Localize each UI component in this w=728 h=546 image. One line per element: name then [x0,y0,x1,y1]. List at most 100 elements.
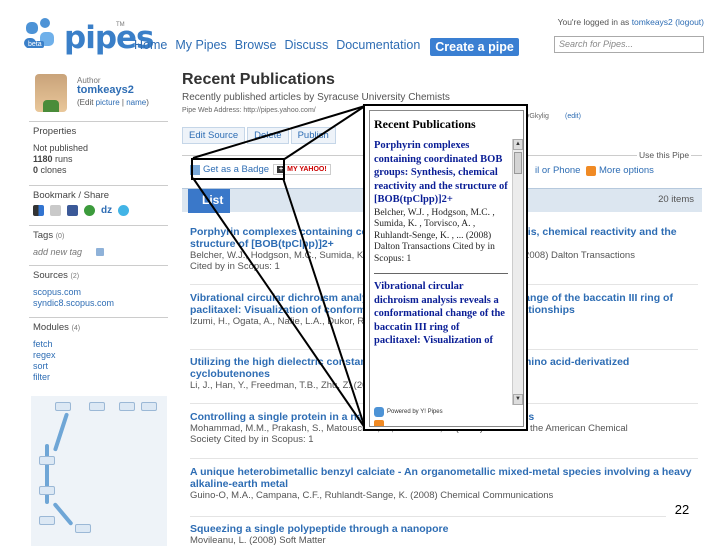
tags-section: Tags (0) add new tag [29,226,168,266]
thumb-module-node [55,402,71,411]
page-description: Recently published articles by Syracuse … [182,92,450,103]
item-meta: Movileanu, L. (2008) Soft Matter [190,535,326,546]
twitter-icon[interactable] [118,205,130,216]
pipes-small-icon [374,407,384,417]
trademark-label: TM [116,22,125,28]
facebook-icon[interactable] [67,205,78,216]
item-title-link[interactable]: Squeezing a single polypeptide through a… [190,523,698,535]
runs-value: 1180 [33,154,53,164]
badge-item-list: Porphyrin complexes containing coordinat… [370,139,512,405]
powered-by[interactable]: Powered by Y! Pipes [374,407,443,417]
properties-title: Properties [33,126,77,137]
source-link[interactable]: scopus.com [33,287,164,298]
rss-icon[interactable] [374,420,384,426]
thumb-module-node [39,486,55,495]
delicious-icon[interactable] [33,205,44,216]
author-edit-prefix: (Edit [77,98,96,107]
badge-preview-inner: Recent Publications Porphyrin complexes … [369,110,524,427]
web-address-label[interactable]: Pipe Web Address: http://pipes.yahoo.com… [182,107,316,114]
login-status: You're logged in as tomkeays2 (logout) [558,17,704,27]
create-pipe-button[interactable]: Create a pipe [430,38,519,56]
module-link[interactable]: fetch [33,339,164,350]
clones-count: 0 clones [33,165,164,176]
digg-icon[interactable] [50,205,61,216]
logout-link[interactable]: (logout) [675,17,704,27]
author-name-link[interactable]: tomkeays2 [77,84,134,96]
properties-section: Properties Not published 1180 runs 0 clo… [29,122,168,186]
bookmark-section: Bookmark / Share dz [29,186,168,226]
sources-title: Sources (2) [33,270,164,281]
runs-count: 1180 runs [33,154,164,165]
publish-status: Not published [33,143,89,153]
nav-my-pipes[interactable]: My Pipes [175,38,226,56]
add-tag[interactable]: add new tag [33,247,164,257]
edit-name-link[interactable]: name [126,98,146,107]
pipes-logo[interactable]: beta pipes TM [24,18,154,56]
badge-item-title-link[interactable]: Vibrational circular dichroism analysis … [374,280,508,348]
sources-title-label: Sources [33,270,68,281]
runs-label: runs [55,154,73,164]
tags-title-label: Tags [33,230,54,241]
tags-title: Tags (0) [33,230,164,241]
nav-browse[interactable]: Browse [235,38,277,56]
tab-list[interactable]: List [188,189,230,213]
dzone-icon[interactable]: dz [101,205,112,216]
stumbleupon-icon[interactable] [84,205,95,216]
item-meta: Guino-O, M.A., Campana, C.F., Ruhlandt-S… [190,490,554,501]
edit-source-button[interactable]: Edit Source [182,127,246,144]
thumb-module-node [119,402,135,411]
add-tag-label: add new tag [33,247,83,257]
item-title-link[interactable]: A unique heterobimetallic benzyl calciat… [190,466,698,490]
modules-count: (4) [71,325,81,332]
scroll-up-arrow[interactable]: ▲ [513,139,523,150]
module-link[interactable]: regex [33,350,164,361]
thumb-wire [52,412,70,452]
more-options-link[interactable]: More options [586,165,654,176]
nav-discuss[interactable]: Discuss [284,38,328,56]
modules-title-label: Modules [33,322,69,333]
pipe-toolbar: Edit Source Delete Publish [182,127,336,144]
modules-title: Modules (4) [33,322,164,333]
badge-preview: Recent Publications Porphyrin complexes … [363,104,528,431]
use-this-pipe-title: Use this Pipe [637,150,692,160]
author-edit-suffix: ) [146,98,149,107]
pipes-logo-icon [24,18,62,54]
scroll-down-arrow[interactable]: ▼ [513,394,523,405]
nav-documentation[interactable]: Documentation [336,38,420,56]
edit-picture-link[interactable]: picture [96,98,120,107]
badge-item-title-link[interactable]: Porphyrin complexes containing coordinat… [374,139,508,207]
source-link[interactable]: syndic8.scopus.com [33,298,164,309]
badge-title: Recent Publications [374,117,476,131]
web-address-edit-link[interactable]: (edit) [565,113,581,120]
thumb-module-node [89,402,105,411]
pipe-editor-thumbnail[interactable] [31,396,167,546]
list-item: A unique heterobimetallic benzyl calciat… [190,466,698,501]
bookmark-title: Bookmark / Share [33,190,110,201]
avatar[interactable] [35,74,67,112]
search-input[interactable]: Search for Pipes... [554,36,704,53]
module-link[interactable]: sort [33,361,164,372]
page-title: Recent Publications [182,71,335,88]
module-link[interactable]: filter [33,372,164,383]
publish-button[interactable]: Publish [290,127,336,144]
plus-icon[interactable] [96,248,105,256]
sources-count: (2) [70,273,80,280]
badge-highlight-frame [191,158,285,180]
sources-section: Sources (2) scopus.com syndic8.scopus.co… [29,266,168,318]
delete-button[interactable]: Delete [247,127,289,144]
login-prefix: You're logged in as [557,17,630,27]
thumb-module-node [39,516,55,525]
header: beta pipes TM Home My Pipes Browse Discu… [0,0,728,62]
login-user-link[interactable]: tomkeays2 [632,17,673,27]
nav-home[interactable]: Home [134,38,167,56]
email-or-phone-link[interactable]: il or Phone [535,165,580,176]
tags-count: (0) [55,233,65,240]
modules-section: Modules (4) fetch regex sort filter [29,318,168,390]
scroll-thumb[interactable] [514,152,522,174]
more-options-label: More options [599,165,654,176]
badge-scrollbar[interactable]: ▲ ▼ [512,139,523,405]
main-nav: Home My Pipes Browse Discuss Documentati… [134,38,527,56]
thumb-module-node [39,456,55,465]
thumb-module-node [141,402,157,411]
share-icons: dz [33,205,164,216]
